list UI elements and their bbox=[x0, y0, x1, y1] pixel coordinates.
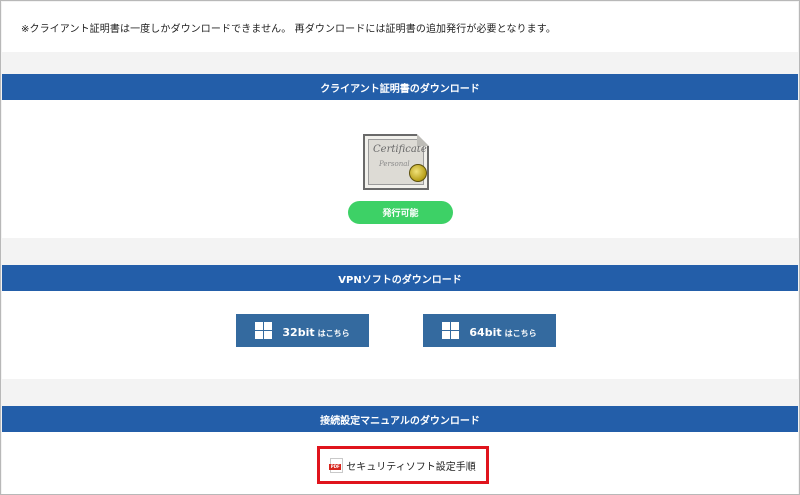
security-manual-link[interactable]: セキュリティソフト設定手順 bbox=[346, 458, 475, 473]
download-32bit-suffix: はこちら bbox=[317, 329, 350, 338]
vpn-section-header: VPNソフトのダウンロード bbox=[2, 265, 798, 291]
page-fold bbox=[417, 134, 429, 146]
windows-icon bbox=[442, 322, 460, 339]
notice-text: ※クライアント証明書は一度しかダウンロードできません。 再ダウンロードには証明書… bbox=[21, 24, 556, 35]
issue-certificate-button[interactable]: 発行可能 bbox=[348, 201, 453, 224]
download-32bit-label: 32bit bbox=[282, 326, 315, 339]
pdf-badge: PDF bbox=[329, 463, 342, 470]
download-64bit-label: 64bit bbox=[469, 326, 502, 339]
download-32bit-button[interactable]: 32bit はこちら bbox=[236, 314, 369, 347]
download-64bit-button[interactable]: 64bit はこちら bbox=[423, 314, 556, 347]
notice-panel: ※クライアント証明書は一度しかダウンロードできません。 再ダウンロードには証明書… bbox=[2, 2, 798, 52]
cert-section-header: クライアント証明書のダウンロード bbox=[2, 74, 798, 100]
page-frame: ※クライアント証明書は一度しかダウンロードできません。 再ダウンロードには証明書… bbox=[0, 0, 800, 495]
windows-icon bbox=[255, 322, 273, 339]
manual-highlight-box: PDF セキュリティソフト設定手順 bbox=[317, 446, 489, 484]
seal-icon bbox=[409, 164, 427, 182]
vpn-section-panel bbox=[2, 291, 798, 379]
manual-section-header: 接続設定マニュアルのダウンロード bbox=[2, 406, 798, 432]
certificate-subtitle: Personal bbox=[379, 160, 410, 168]
download-64bit-suffix: はこちら bbox=[504, 329, 537, 338]
certificate-icon: Certificate Personal bbox=[363, 134, 429, 190]
pdf-icon: PDF bbox=[329, 457, 344, 473]
